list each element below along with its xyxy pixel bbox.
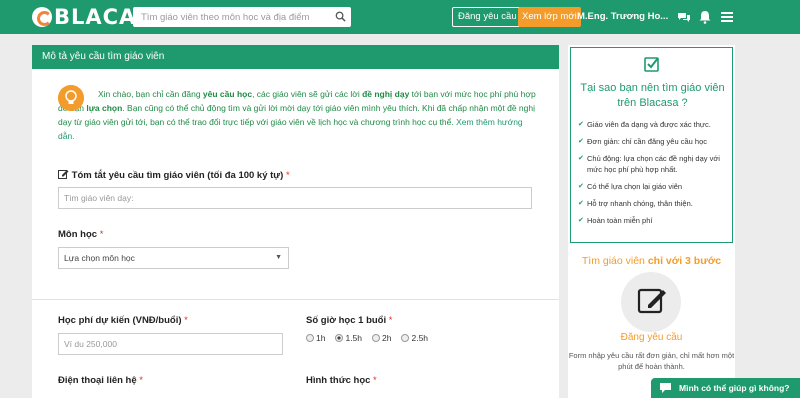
summary-field[interactable]: Tìm giáo viên dạy: [58, 187, 532, 209]
why-blacasa-box: Tại sao bạn nên tìm giáo viên trên Blaca… [570, 47, 733, 243]
hours-option-2h[interactable]: 2h [372, 333, 391, 343]
list-item: Chủ động: lựa chọn các đề nghị dạy với m… [578, 153, 730, 175]
request-form-panel: Mô tả yêu cầu tìm giáo viên Xin chào, bạ… [32, 45, 559, 398]
list-item: Có thể lựa chọn lại giáo viên [578, 181, 730, 192]
lightbulb-icon [58, 85, 84, 111]
step-name: Đăng yêu cầu [620, 332, 683, 343]
fee-field[interactable]: Ví du 250,000 [58, 333, 283, 355]
required-mark: * [184, 315, 188, 326]
list-item: Hoàn toàn miễn phí [578, 215, 730, 226]
chat-bubble-icon [660, 383, 671, 393]
summary-label: Tóm tắt yêu cầu tìm giáo viên (tối đa 10… [58, 169, 290, 181]
chevron-down-icon: ▼ [275, 254, 282, 261]
mode-label-text: Hình thức học [306, 375, 371, 386]
intro-part: Xin chào, bạn chỉ cần đăng [98, 89, 203, 99]
intro-part: , các giáo viên sẽ gửi các lời [252, 89, 363, 99]
intro-bold: yêu cầu học [202, 89, 253, 99]
radio-label: 1h [316, 333, 326, 343]
intro-bold: lựa chọn [86, 103, 123, 113]
fee-placeholder: Ví du 250,000 [64, 339, 117, 349]
edit-icon [58, 170, 69, 179]
logo-icon [32, 7, 52, 27]
section-divider [32, 299, 559, 300]
subject-label-text: Môn học [58, 229, 98, 240]
search-icon[interactable] [335, 11, 346, 22]
intro-text: Xin chào, bạn chỉ cần đăng yêu cầu học, … [58, 85, 538, 143]
hours-label: Số giờ học 1 buổi * [306, 315, 392, 326]
phone-label-text: Điện thoại liên hệ [58, 375, 137, 386]
radio-label: 2.5h [411, 333, 429, 343]
help-chat-button[interactable]: Mình có thể giúp gì không? [651, 378, 800, 398]
steps-title-b: chỉ với 3 bước [647, 255, 722, 267]
summary-placeholder: Tìm giáo viên dạy: [64, 193, 134, 203]
panel-title: Mô tả yêu cầu tìm giáo viên [32, 45, 559, 69]
subject-selected-value: Lựa chọn môn học [64, 253, 135, 263]
info-sidebar: Tại sao bạn nên tìm giáo viên trên Blaca… [568, 45, 735, 398]
summary-label-text: Tóm tắt yêu cầu tìm giáo viên (tối đa 10… [71, 170, 284, 181]
top-navbar: BLACASA Đăng yêu cầu Xem lớp mới M.Eng. … [0, 0, 800, 34]
hours-radio-group: 1h 1.5h 2h 2.5h [306, 333, 428, 343]
browse-classes-button[interactable]: Xem lớp mới [518, 7, 581, 27]
checkbox-icon [644, 57, 659, 72]
fee-label-text: Học phí dự kiến (VNĐ/buổi) [58, 315, 182, 326]
radio-dot [372, 334, 381, 342]
phone-label: Điện thoại liên hệ * [58, 375, 143, 386]
radio-label: 2h [382, 333, 392, 343]
radio-label: 1.5h [345, 333, 363, 343]
subject-label: Môn học * [58, 229, 103, 240]
radio-dot [401, 334, 410, 342]
radio-dot [335, 334, 344, 342]
hours-label-text: Số giờ học 1 buổi [306, 315, 387, 326]
list-item: Giáo viên đa dạng và được xác thực. [578, 119, 730, 130]
edit-icon [637, 288, 666, 314]
steps-title: Tìm giáo viên chỉ với 3 bước [568, 255, 735, 267]
search-input[interactable] [133, 7, 329, 27]
hours-option-1h[interactable]: 1h [306, 333, 325, 343]
user-name-menu[interactable]: M.Eng. Trương Ho... [577, 11, 668, 22]
list-item: Hỗ trợ nhanh chóng, thân thiện. [578, 198, 730, 209]
search-box [133, 7, 351, 27]
subject-select[interactable]: Lựa chọn môn học ▼ [58, 247, 289, 269]
step-icon-circle [621, 272, 681, 332]
list-item: Đơn giản: chỉ cần đăng yêu cầu học [578, 136, 730, 147]
required-mark: * [373, 375, 377, 386]
help-label: Mình có thể giúp gì không? [679, 383, 790, 393]
hamburger-menu-icon[interactable] [720, 10, 734, 24]
required-mark: * [286, 170, 290, 181]
hours-option-1-5h[interactable]: 1.5h [335, 333, 362, 343]
required-mark: * [139, 375, 143, 386]
steps-title-a: Tìm giáo viên [581, 255, 648, 267]
step-description: Form nhập yêu cầu rất đơn giản, chỉ mất … [568, 351, 735, 371]
hours-option-2-5h[interactable]: 2.5h [401, 333, 428, 343]
bell-icon[interactable] [698, 10, 712, 24]
required-mark: * [99, 229, 104, 240]
why-title: Tại sao bạn nên tìm giáo viên trên Blaca… [580, 82, 725, 109]
reasons-list: Giáo viên đa dạng và được xác thực. Đơn … [578, 119, 730, 232]
radio-dot [306, 334, 314, 342]
mode-label: Hình thức học * [306, 375, 377, 386]
fee-label: Học phí dự kiến (VNĐ/buổi) * [58, 315, 188, 326]
chat-icon[interactable] [677, 10, 691, 24]
intro-bold: đề nghị dạy [362, 89, 410, 99]
post-request-button[interactable]: Đăng yêu cầu [452, 7, 523, 27]
required-mark: * [388, 315, 393, 326]
